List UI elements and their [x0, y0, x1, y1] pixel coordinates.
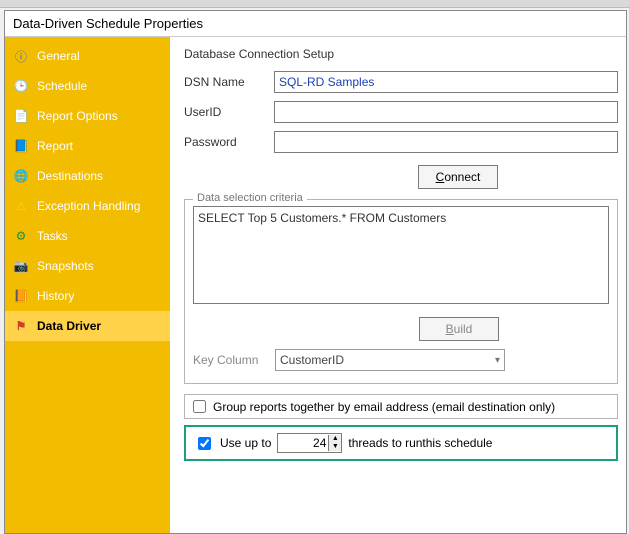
use-threads-checkbox[interactable] [198, 437, 211, 450]
threads-spinner[interactable]: ▲ ▼ [277, 433, 342, 453]
group-reports-label: Group reports together by email address … [213, 400, 555, 414]
fieldset-legend: Data selection criteria [193, 192, 307, 204]
sidebar-item-label: Destinations [37, 169, 103, 183]
group-reports-row: Group reports together by email address … [184, 394, 618, 419]
options-icon: 📄 [13, 108, 29, 124]
tasks-icon: ⚙ [13, 228, 29, 244]
sidebar-item-data-driver[interactable]: ⚑ Data Driver [5, 311, 170, 341]
warning-icon: ⚠ [13, 198, 29, 214]
key-column-combo[interactable]: CustomerID ▾ [275, 349, 505, 371]
sidebar-item-schedule[interactable]: 🕒 Schedule [5, 71, 170, 101]
chevron-down-icon: ▾ [495, 355, 500, 366]
threads-row: Use up to ▲ ▼ threads to runthis schedul… [184, 425, 618, 461]
sidebar-nav: ⓘ General 🕒 Schedule 📄 Report Options 📘 … [5, 37, 170, 533]
sidebar-item-report-options[interactable]: 📄 Report Options [5, 101, 170, 131]
spinner-down-icon[interactable]: ▼ [329, 443, 341, 451]
content-pane: Database Connection Setup DSN Name UserI… [170, 37, 626, 533]
data-selection-fieldset: Data selection criteria BuildBuild Key C… [184, 199, 618, 384]
connect-button[interactable]: CConnectonnect [418, 165, 498, 189]
sidebar-item-destinations[interactable]: 🌐 Destinations [5, 161, 170, 191]
report-icon: 📘 [13, 138, 29, 154]
dialog-title: Data-Driven Schedule Properties [5, 11, 626, 37]
sidebar-item-tasks[interactable]: ⚙ Tasks [5, 221, 170, 251]
sidebar-item-label: Data Driver [37, 319, 101, 333]
sidebar-item-label: General [37, 49, 80, 63]
build-button[interactable]: BuildBuild [419, 317, 499, 341]
key-column-label: Key Column [193, 353, 267, 367]
sidebar-item-snapshots[interactable]: 📷 Snapshots [5, 251, 170, 281]
sidebar-item-exception-handling[interactable]: ⚠ Exception Handling [5, 191, 170, 221]
sidebar-item-report[interactable]: 📘 Report [5, 131, 170, 161]
sidebar-item-label: History [37, 289, 74, 303]
sidebar-item-label: Snapshots [37, 259, 94, 273]
userid-input[interactable] [274, 101, 618, 123]
password-label: Password [184, 135, 274, 149]
info-icon: ⓘ [13, 48, 29, 64]
userid-label: UserID [184, 105, 274, 119]
sidebar-item-label: Report [37, 139, 73, 153]
sidebar-item-label: Exception Handling [37, 199, 140, 213]
spinner-up-icon[interactable]: ▲ [329, 435, 341, 443]
clock-icon: 🕒 [13, 78, 29, 94]
data-driver-icon: ⚑ [13, 318, 29, 334]
key-column-value: CustomerID [280, 353, 344, 367]
threads-prefix: Use up to [220, 436, 271, 450]
camera-icon: 📷 [13, 258, 29, 274]
threads-suffix: threads to runthis schedule [348, 436, 492, 450]
dsn-input[interactable] [274, 71, 618, 93]
sidebar-item-label: Schedule [37, 79, 87, 93]
section-title: Database Connection Setup [184, 47, 618, 61]
group-reports-checkbox[interactable] [193, 400, 206, 413]
sidebar-item-general[interactable]: ⓘ General [5, 41, 170, 71]
destinations-icon: 🌐 [13, 168, 29, 184]
sidebar-item-history[interactable]: 📙 History [5, 281, 170, 311]
sidebar-item-label: Report Options [37, 109, 118, 123]
sidebar-item-label: Tasks [37, 229, 68, 243]
dsn-label: DSN Name [184, 75, 274, 89]
password-input[interactable] [274, 131, 618, 153]
history-icon: 📙 [13, 288, 29, 304]
threads-input[interactable] [278, 434, 328, 452]
sql-textarea[interactable] [193, 206, 609, 304]
schedule-properties-dialog: Data-Driven Schedule Properties ⓘ Genera… [4, 10, 627, 534]
